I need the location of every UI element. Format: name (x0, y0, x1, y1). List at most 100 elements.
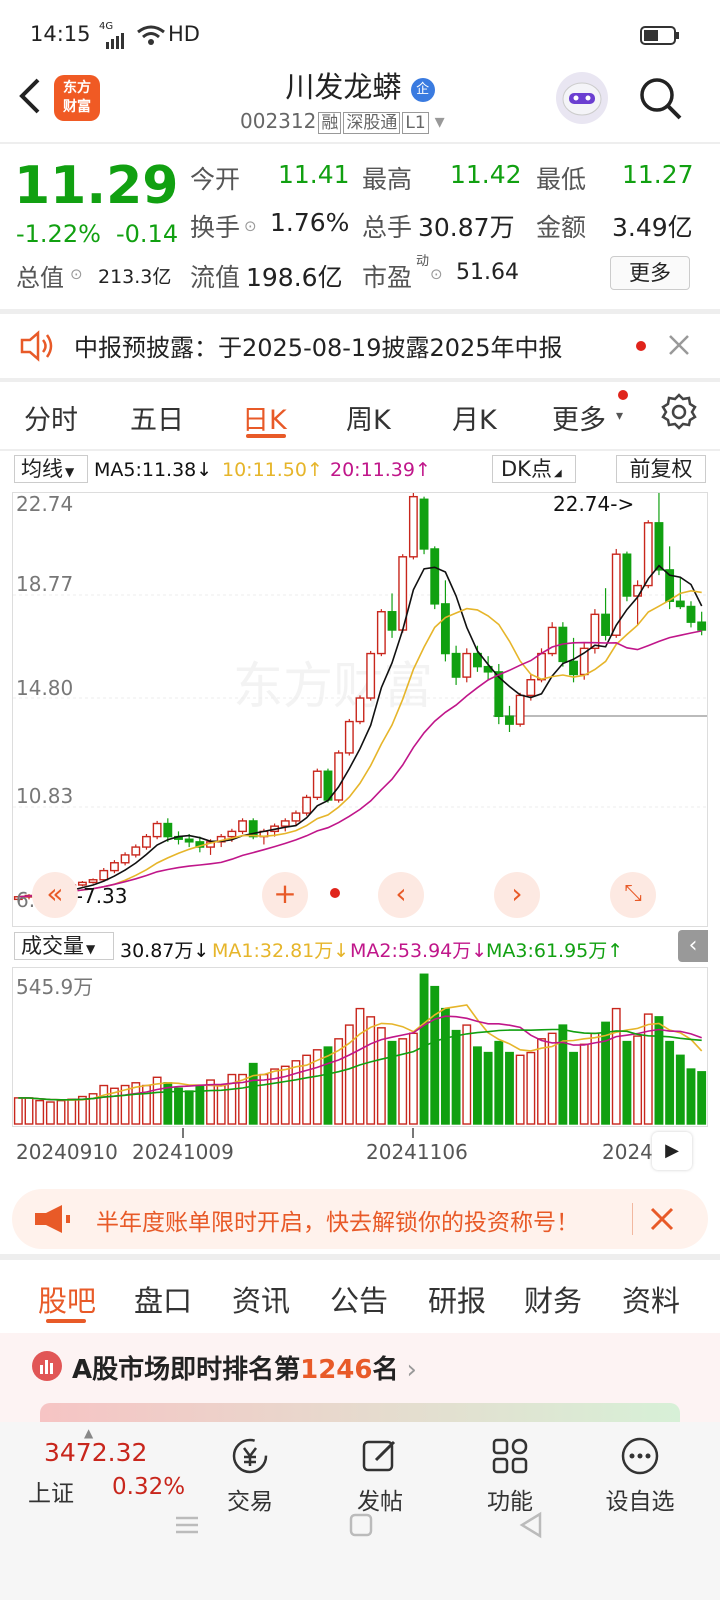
back-icon[interactable] (516, 1510, 546, 1540)
dk-point-button[interactable]: DK点 ◢ (492, 455, 576, 483)
search-icon[interactable] (638, 76, 684, 122)
volume-bar (558, 1024, 568, 1125)
index-value[interactable]: 3472.32 (44, 1438, 147, 1467)
zoom-in-button[interactable]: + (262, 872, 308, 918)
volume-bar (622, 1040, 632, 1125)
volume-chart[interactable]: 545.9万 (12, 967, 708, 1127)
gear-icon[interactable] (660, 392, 698, 430)
content-tabs: 股吧 盘口 资讯 公告 研报 财务 资料 (0, 1262, 720, 1332)
stock-name-row: 川发龙蟒 企 (0, 64, 720, 106)
more-dots-icon (621, 1437, 659, 1475)
turnover-value: 1.76% (270, 208, 350, 237)
grid-icon (492, 1438, 528, 1474)
close-icon[interactable] (666, 332, 692, 358)
tab-finance[interactable]: 财务 (524, 1278, 582, 1320)
volume-bar (633, 1035, 643, 1125)
collapse-arrow-icon[interactable]: ‹ (678, 930, 708, 962)
candle (601, 588, 611, 641)
scroll-left-button[interactable]: ‹ (378, 872, 424, 918)
index-percent: 0.32% (112, 1474, 186, 1500)
info-icon[interactable]: ⊙ (244, 217, 257, 235)
date-label-1: 20240910 (16, 1140, 118, 1164)
vol-y-max: 545.9万 (16, 975, 93, 999)
candle (547, 622, 557, 657)
volume-select[interactable]: 成交量 ▼ (14, 932, 114, 960)
candle (451, 645, 461, 685)
date-axis: 20240910 20241009 20241106 2024 ▶ (0, 1128, 720, 1174)
tab-intraday[interactable]: 分时 (24, 398, 78, 437)
home-icon[interactable] (346, 1510, 376, 1540)
stock-code-row[interactable]: 002312 融深股通 L1 ▾ (240, 108, 445, 134)
tab-daily-k[interactable]: 日K (242, 398, 287, 437)
tab-weekly-k[interactable]: 周K (346, 398, 391, 437)
candle (686, 601, 696, 628)
rank-card[interactable]: A股市场即时排名第1246名 › (0, 1333, 720, 1423)
open-value: 11.41 (278, 160, 350, 189)
nav-trade-label: 交易 (227, 1489, 273, 1515)
info-icon[interactable]: ⊙ (70, 265, 83, 283)
volume-bar (675, 1054, 685, 1125)
menu-icon[interactable] (172, 1510, 202, 1540)
pe-label: 市盈 (362, 263, 413, 292)
volume-bar (99, 1084, 109, 1125)
close-icon[interactable] (648, 1205, 676, 1233)
volume-bar (131, 1082, 141, 1125)
rank-prefix: A股市场即时排名第 (72, 1355, 301, 1385)
nav-add-watch[interactable]: 设自选 (590, 1436, 690, 1516)
kline-svg: 东方财富 22.74 18.77 14.80 10.83 6.87 22.74-… (13, 493, 707, 912)
tab-more[interactable]: 更多 (552, 398, 606, 437)
volume-bar (323, 1046, 333, 1125)
tab-five-day[interactable]: 五日 (130, 398, 184, 437)
volume-bar (451, 1029, 461, 1125)
volume-bar (526, 1051, 536, 1125)
notice-bar[interactable]: 中报预披露：于2025-08-19披露2025年中报 (0, 314, 720, 380)
scroll-left-fast-button[interactable]: « (32, 872, 78, 918)
play-arrow-icon[interactable]: ▶ (652, 1132, 692, 1170)
nav-post[interactable]: 发帖 (330, 1436, 430, 1516)
candle (633, 580, 643, 625)
vol-ma3: MA3:61.95万↑ (486, 940, 624, 962)
scroll-right-button[interactable]: › (494, 872, 540, 918)
y-label-3: 14.80 (16, 676, 73, 700)
candle (419, 496, 429, 555)
tab-profile[interactable]: 资料 (622, 1278, 680, 1320)
candle (622, 551, 632, 602)
low-value: 11.27 (622, 160, 694, 189)
ma-select[interactable]: 均线 ▼ (14, 455, 88, 483)
tab-monthly-k[interactable]: 月K (452, 398, 497, 437)
more-button[interactable]: 更多 (610, 256, 690, 290)
volume-indicator-row: 成交量 ▼ 30.87万↓ MA1:32.81万↓ MA2:53.94万↓ MA3… (0, 930, 720, 964)
vol-ma1: MA1:32.81万↓ (212, 940, 350, 962)
volume-bar (505, 1051, 514, 1125)
nav-functions[interactable]: 功能 (460, 1436, 560, 1516)
tab-forum[interactable]: 股吧 (38, 1278, 96, 1320)
date-label-3: 20241106 (366, 1140, 468, 1164)
adjust-button[interactable]: 前复权 (616, 455, 706, 483)
stock-name: 川发龙蟒 (285, 70, 402, 104)
tab-order-book[interactable]: 盘口 (134, 1278, 192, 1320)
tab-announcements[interactable]: 公告 (330, 1278, 388, 1320)
fullscreen-icon[interactable]: ⤡ (610, 872, 656, 918)
tab-research[interactable]: 研报 (428, 1278, 486, 1320)
dropdown-caret-icon: ▾ (434, 109, 445, 133)
high-value: 11.42 (450, 160, 522, 189)
promo-banner[interactable]: 半年度账单限时开启，快去解锁你的投资称号！ (12, 1189, 708, 1249)
volume-bar (56, 1099, 66, 1125)
ai-robot-avatar[interactable] (556, 72, 608, 124)
volume-svg: 545.9万 (13, 973, 707, 1125)
volume-bar (654, 1016, 664, 1125)
kline-chart[interactable]: 东方财富 22.74 18.77 14.80 10.83 6.87 22.74-… (12, 492, 708, 927)
nav-trade[interactable]: 交易 (200, 1436, 300, 1516)
volume-bar (440, 1007, 450, 1125)
info-icon[interactable]: ⊙ (430, 265, 443, 283)
tab-news[interactable]: 资讯 (232, 1278, 290, 1320)
volume-bar (579, 1043, 589, 1125)
volume-bar (24, 1097, 34, 1125)
candle (238, 818, 247, 834)
max-price-tag: 22.74-> (553, 493, 634, 516)
hd-label: HD (168, 22, 200, 46)
tab-underline (246, 434, 286, 438)
candle (376, 609, 386, 657)
vol-ma2: MA2:53.94万↓ (350, 940, 488, 962)
tag-level: L1 (402, 112, 429, 134)
